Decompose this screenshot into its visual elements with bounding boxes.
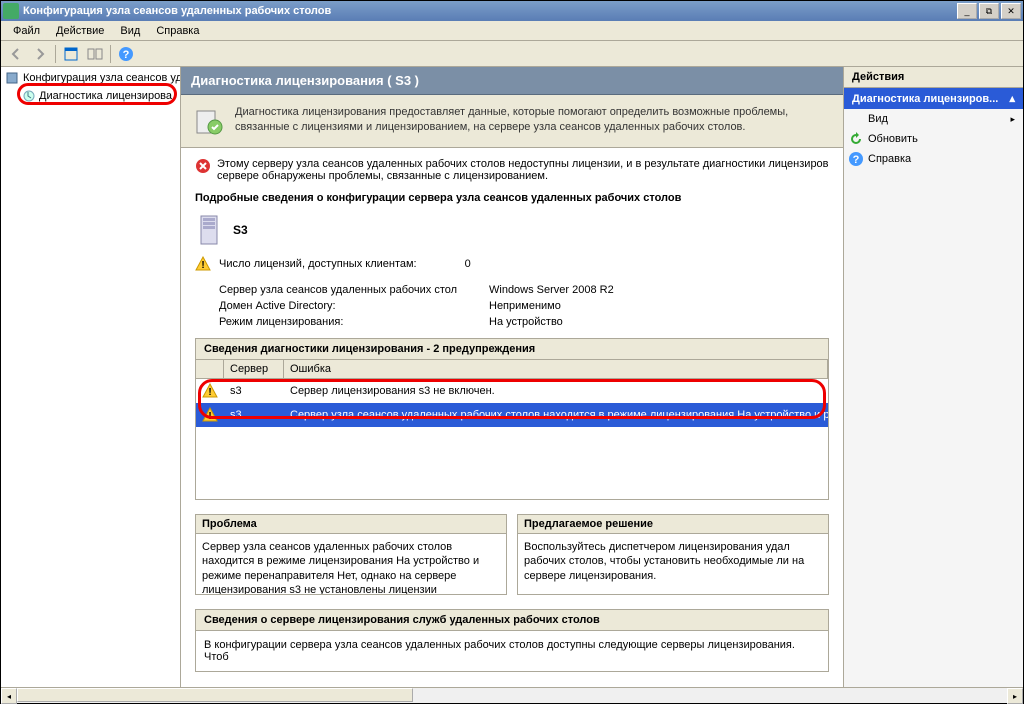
diag-row-server: s3 [224, 407, 284, 423]
server-icon [195, 214, 223, 246]
diag-table: Сервер Ошибка ! s3 Сервер лицензирования… [195, 360, 829, 500]
diag-row-error: Сервер узла сеансов удаленных рабочих ст… [284, 407, 828, 423]
license-count-row: ! Число лицензий, доступных клиентам: 0 [195, 256, 829, 272]
close-button[interactable]: ✕ [1001, 3, 1021, 19]
problem-title: Проблема [196, 515, 506, 534]
config-section-title: Подробные сведения о конфигурации сервер… [195, 192, 829, 204]
actions-title: Действия [844, 67, 1023, 88]
svg-text:?: ? [123, 49, 130, 61]
scroll-thumb[interactable] [17, 688, 413, 702]
problem-box: Проблема Сервер узла сеансов удаленных р… [195, 514, 507, 595]
toolbar-separator [110, 45, 111, 63]
collapse-icon: ▴ [1009, 92, 1015, 105]
diag-th-icon[interactable] [196, 360, 224, 378]
license-count-value: 0 [465, 258, 471, 270]
help-button[interactable]: ? [115, 43, 137, 65]
help-icon: ? [848, 151, 864, 167]
window-title: Конфигурация узла сеансов удаленных рабо… [23, 5, 957, 17]
diag-table-header: Сервер Ошибка [196, 360, 828, 379]
server-config-icon [5, 70, 21, 86]
svg-text:!: ! [208, 411, 211, 422]
action-view[interactable]: Вид [844, 109, 1023, 129]
detail-row-version: Сервер узла сеансов удаленных рабочих ст… [219, 284, 829, 296]
server-block: S3 [195, 214, 829, 246]
back-button[interactable] [5, 43, 27, 65]
menu-file[interactable]: Файл [5, 23, 48, 39]
error-message: Этому серверу узла сеансов удаленных раб… [195, 158, 829, 182]
license-count-label: Число лицензий, доступных клиентам: [219, 258, 417, 270]
diagnostics-icon [21, 88, 37, 104]
warning-icon: ! [195, 256, 211, 272]
scroll-right-button[interactable]: ▸ [1007, 688, 1023, 704]
diag-th-error[interactable]: Ошибка [284, 360, 828, 378]
license-server-section: Сведения о сервере лицензирования служб … [195, 609, 829, 672]
diag-row-server: s3 [224, 383, 284, 399]
scroll-track[interactable] [17, 688, 1007, 703]
content-body: Этому серверу узла сеансов удаленных раб… [181, 148, 843, 687]
minimize-button[interactable]: _ [957, 3, 977, 19]
tree-diagnostics[interactable]: Диагностика лицензирова [19, 87, 178, 105]
detail-row-mode: Режим лицензирования: На устройство [219, 316, 829, 328]
problem-solution-area: Проблема Сервер узла сеансов удаленных р… [195, 514, 829, 595]
info-bar: Диагностика лицензирования предоставляет… [181, 95, 843, 148]
action-refresh[interactable]: Обновить [844, 129, 1023, 149]
toolbar-separator [55, 45, 56, 63]
main-window: Конфигурация узла сеансов удаленных рабо… [0, 0, 1024, 704]
maximize-button[interactable]: ⧉ [979, 3, 999, 19]
forward-button[interactable] [29, 43, 51, 65]
error-icon [195, 158, 211, 174]
diag-table-body: ! s3 Сервер лицензирования s3 не включен… [196, 379, 828, 499]
tree-panel: Конфигурация узла сеансов уд Диагностика… [1, 67, 181, 687]
diagnostics-large-icon [193, 105, 225, 137]
action-help[interactable]: ? Справка [844, 149, 1023, 169]
app-icon [3, 3, 19, 19]
server-name: S3 [233, 223, 248, 237]
info-text: Диагностика лицензирования предоставляет… [235, 105, 831, 136]
solution-title: Предлагаемое решение [518, 515, 828, 534]
detail-row-domain: Домен Active Directory: Неприменимо [219, 300, 829, 312]
problem-text[interactable]: Сервер узла сеансов удаленных рабочих ст… [196, 534, 506, 594]
license-section-title: Сведения о сервере лицензирования служб … [195, 609, 829, 631]
actions-panel: Действия Диагностика лицензиров... ▴ Вид… [843, 67, 1023, 687]
toolbar: ? [1, 41, 1023, 67]
diag-row[interactable]: ! s3 Сервер узла сеансов удаленных рабоч… [196, 403, 828, 427]
actions-subtitle[interactable]: Диагностика лицензиров... ▴ [844, 88, 1023, 109]
menu-help[interactable]: Справка [148, 23, 207, 39]
toolbar-btn-2[interactable] [84, 43, 106, 65]
tree-root[interactable]: Конфигурация узла сеансов уд [3, 69, 178, 87]
content-header: Диагностика лицензирования ( S3 ) [181, 67, 843, 95]
horizontal-scrollbar[interactable]: ◂ ▸ [1, 687, 1023, 703]
solution-text[interactable]: Воспользуйтесь диспетчером лицензировани… [518, 534, 828, 594]
solution-box: Предлагаемое решение Воспользуйтесь дисп… [517, 514, 829, 595]
svg-text:!: ! [208, 387, 211, 398]
diag-row-icon: ! [196, 405, 224, 425]
titlebar: Конфигурация узла сеансов удаленных рабо… [1, 1, 1023, 21]
svg-text:!: ! [201, 260, 204, 271]
diag-section-header: Сведения диагностики лицензирования - 2 … [195, 338, 829, 360]
diag-row-error: Сервер лицензирования s3 не включен. [284, 383, 828, 399]
warning-icon: ! [202, 407, 218, 423]
menu-action[interactable]: Действие [48, 23, 112, 39]
license-section-body: В конфигурации сервера узла сеансов удал… [195, 631, 829, 672]
content-panel: Диагностика лицензирования ( S3 ) Диагно… [181, 67, 843, 687]
window-controls: _ ⧉ ✕ [957, 3, 1021, 19]
menu-view[interactable]: Вид [112, 23, 148, 39]
diag-th-server[interactable]: Сервер [224, 360, 284, 378]
main-area: Конфигурация узла сеансов уд Диагностика… [1, 67, 1023, 687]
diag-row-icon: ! [196, 381, 224, 401]
svg-text:?: ? [853, 154, 860, 166]
menubar: Файл Действие Вид Справка [1, 21, 1023, 41]
toolbar-btn-1[interactable] [60, 43, 82, 65]
diag-row[interactable]: ! s3 Сервер лицензирования s3 не включен… [196, 379, 828, 403]
refresh-icon [848, 131, 864, 147]
scroll-left-button[interactable]: ◂ [1, 688, 17, 704]
warning-icon: ! [202, 383, 218, 399]
